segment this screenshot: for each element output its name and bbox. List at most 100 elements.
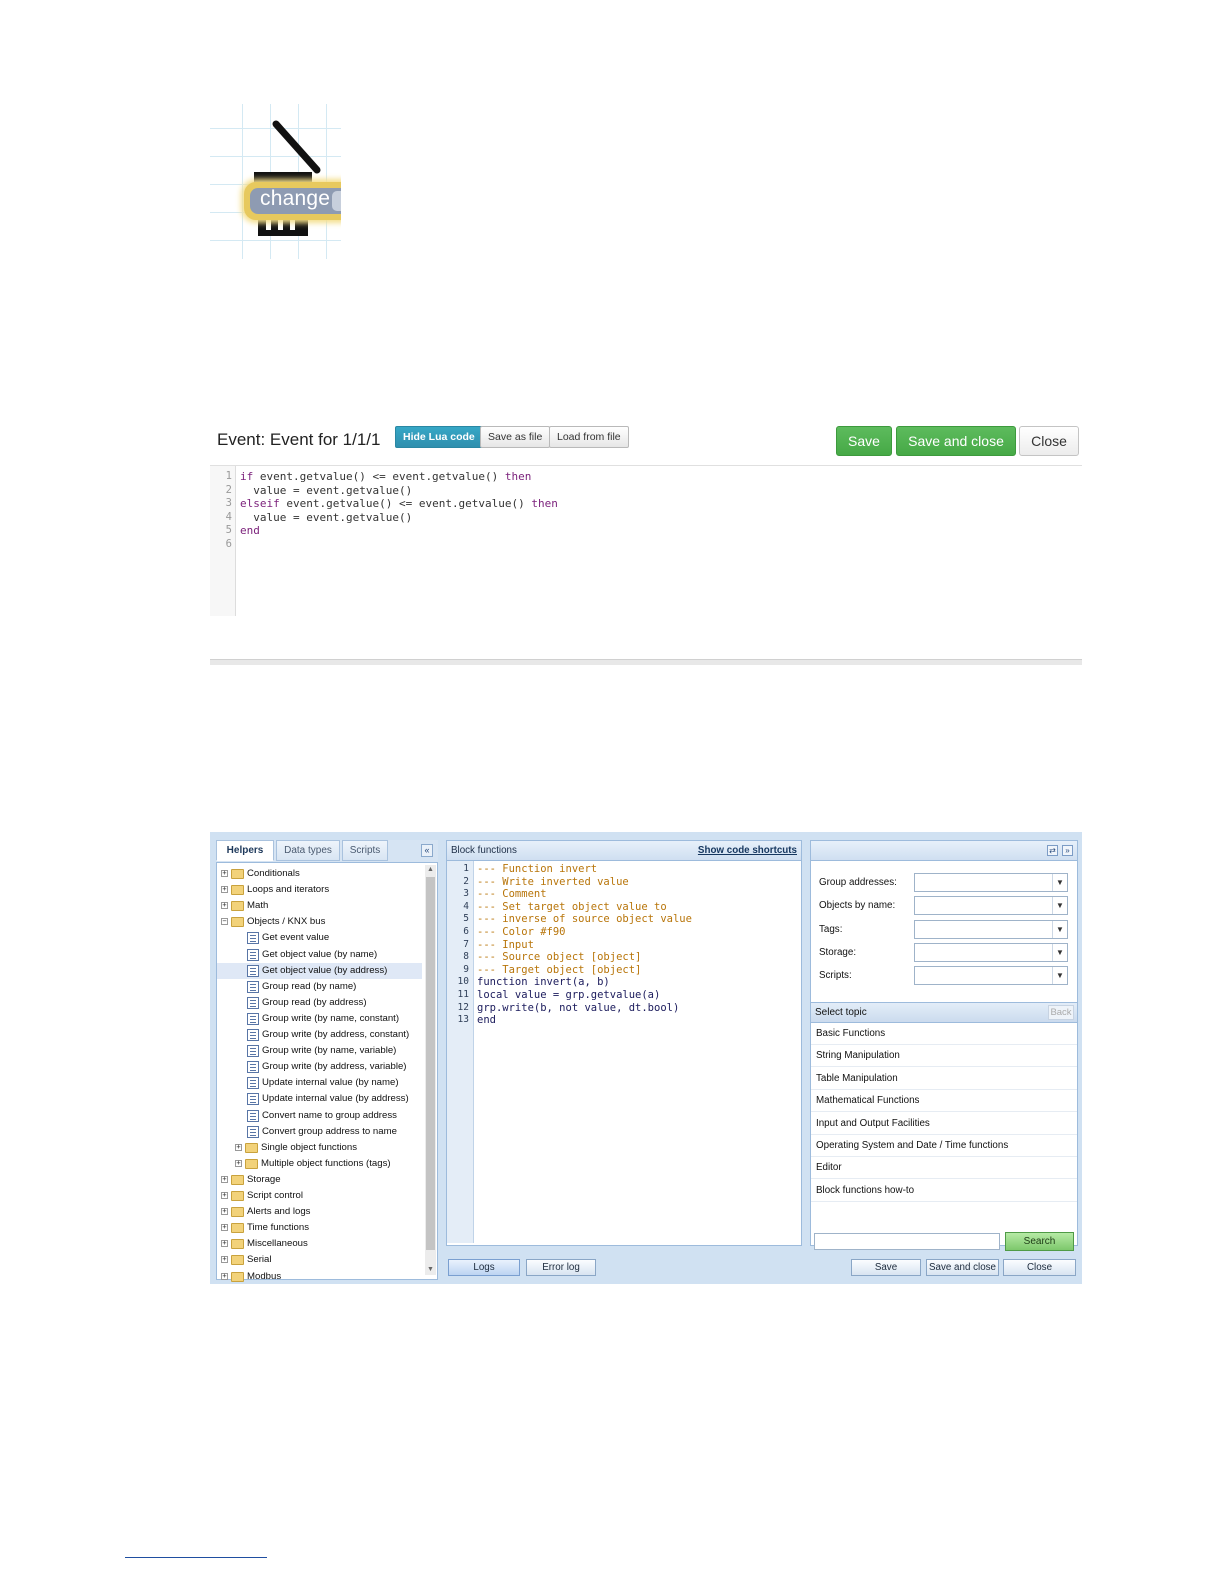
block-label: change: [260, 187, 331, 210]
scrollbar-thumb[interactable]: [426, 877, 435, 1250]
filter-select[interactable]: ▼: [914, 942, 1068, 962]
tree-item[interactable]: + Alerts and logs: [217, 1204, 422, 1220]
error-log-button[interactable]: Error log: [526, 1259, 596, 1276]
logs-button[interactable]: Logs: [448, 1259, 520, 1276]
expand-icon[interactable]: +: [221, 1208, 228, 1216]
load-from-file-button[interactable]: Load from file: [549, 426, 629, 448]
tree-item[interactable]: + Multiple object functions (tags): [217, 1156, 422, 1172]
save-and-close-button[interactable]: Save and close: [926, 1259, 999, 1276]
folder-icon: [231, 1174, 244, 1185]
tree-item[interactable]: Get object value (by name): [217, 947, 422, 963]
tree-item-label: Convert name to group address: [262, 1109, 397, 1121]
tree-item[interactable]: + Script control: [217, 1188, 422, 1204]
expand-icon[interactable]: +: [235, 1159, 242, 1167]
collapse-panel-icon[interactable]: «: [421, 844, 433, 857]
expand-icon[interactable]: +: [235, 1143, 242, 1151]
tree-item[interactable]: − Objects / KNX bus: [217, 914, 422, 930]
filter-select[interactable]: ▼: [914, 873, 1068, 892]
lua-code-editor[interactable]: 1 if event.getvalue() <= event.getvalue()…: [210, 465, 1082, 665]
script-code-editor[interactable]: 1 --- Function invert 2 --- Write inverted …: [447, 863, 801, 1243]
hide-lua-code-button[interactable]: Hide Lua code: [395, 426, 483, 448]
expand-icon[interactable]: +: [221, 1272, 228, 1280]
tab-data-types[interactable]: Data types: [276, 840, 340, 861]
topic-item[interactable]: Table Manipulation: [811, 1068, 1077, 1090]
chevron-down-icon[interactable]: ▼: [1052, 943, 1067, 961]
tree-item[interactable]: Get object value (by address): [217, 962, 422, 979]
topic-item[interactable]: Mathematical Functions: [811, 1090, 1077, 1113]
tree-item[interactable]: Group read (by name): [217, 979, 422, 995]
tree-item[interactable]: Group read (by address): [217, 995, 422, 1011]
tree-item[interactable]: Update internal value (by name): [217, 1075, 422, 1091]
topic-item[interactable]: Operating System and Date / Time functio…: [811, 1135, 1077, 1157]
tree-item[interactable]: Convert group address to name: [217, 1124, 422, 1140]
function-icon: [247, 1045, 259, 1058]
chevron-down-icon[interactable]: ▼: [1052, 967, 1067, 985]
back-button[interactable]: Back: [1048, 1005, 1074, 1020]
tree-item[interactable]: + Time functions: [217, 1220, 422, 1236]
tree-item[interactable]: + Serial: [217, 1252, 422, 1268]
scroll-up-icon[interactable]: ▲: [425, 865, 436, 875]
tree-item[interactable]: + Single object functions: [217, 1140, 422, 1156]
topic-item[interactable]: Block functions how-to: [811, 1180, 1077, 1202]
expand-icon[interactable]: +: [221, 1224, 228, 1232]
show-code-shortcuts-link[interactable]: Show code shortcuts: [698, 841, 797, 860]
function-icon: [247, 1012, 259, 1025]
tree-item[interactable]: Convert name to group address: [217, 1108, 422, 1124]
filter-select[interactable]: ▼: [914, 896, 1068, 916]
tree-item[interactable]: + Miscellaneous: [217, 1236, 422, 1252]
save-and-close-button[interactable]: Save and close: [896, 426, 1016, 456]
tree-item[interactable]: + Loops and iterators: [217, 882, 422, 898]
filter-select[interactable]: ▼: [914, 966, 1068, 986]
tree-item[interactable]: Group write (by address, constant): [217, 1027, 422, 1043]
save-button[interactable]: Save: [836, 426, 892, 456]
tree-item[interactable]: Get event value: [217, 930, 422, 946]
code-keyword: end: [240, 524, 260, 538]
expand-icon[interactable]: »: [1062, 845, 1073, 856]
tree-item[interactable]: + Math: [217, 898, 422, 914]
collapse-icon[interactable]: −: [221, 918, 228, 926]
select-topic-title: Select topic: [815, 1007, 867, 1018]
tree-item[interactable]: + Storage: [217, 1172, 422, 1188]
expand-icon[interactable]: +: [221, 1240, 228, 1248]
code-line: value = event.getvalue(): [240, 511, 412, 524]
close-button[interactable]: Close: [1019, 426, 1079, 456]
expand-icon[interactable]: +: [221, 1175, 228, 1183]
chevron-down-icon[interactable]: ▼: [1052, 874, 1067, 891]
expand-icon[interactable]: +: [221, 1192, 228, 1199]
tab-helpers[interactable]: Helpers: [216, 840, 274, 861]
tab-scripts[interactable]: Scripts: [342, 840, 388, 861]
topic-item[interactable]: Basic Functions: [811, 1023, 1077, 1045]
expand-icon[interactable]: +: [221, 886, 228, 894]
scroll-down-icon[interactable]: ▼: [425, 1265, 436, 1275]
tree-item[interactable]: Group write (by name, variable): [217, 1043, 422, 1059]
search-button[interactable]: Search: [1005, 1232, 1074, 1251]
expand-icon[interactable]: +: [221, 902, 228, 910]
topic-item[interactable]: String Manipulation: [811, 1045, 1077, 1068]
swap-icon[interactable]: ⇄: [1047, 845, 1058, 856]
tree-item[interactable]: Group write (by name, constant): [217, 1011, 422, 1027]
folder-icon: [231, 917, 244, 928]
tree-item[interactable]: + Conditionals: [217, 866, 422, 882]
tree-item[interactable]: + Modbus: [217, 1269, 422, 1285]
field-label: Objects by name:: [819, 900, 896, 912]
expand-icon[interactable]: +: [221, 870, 228, 877]
tree-item[interactable]: Group write (by address, variable): [217, 1059, 422, 1075]
save-button[interactable]: Save: [851, 1259, 921, 1276]
tree-item-label: Update internal value (by name): [262, 1077, 399, 1089]
expand-icon[interactable]: +: [221, 1256, 228, 1264]
chevron-down-icon[interactable]: ▼: [1052, 897, 1067, 915]
event-title: Event: Event for 1/1/1: [217, 430, 381, 449]
close-button[interactable]: Close: [1003, 1259, 1076, 1276]
tree-scrollbar[interactable]: ▲ ▼: [425, 865, 436, 1275]
tree-item[interactable]: Update internal value (by address): [217, 1091, 422, 1107]
folder-icon: [231, 869, 244, 879]
save-as-file-button[interactable]: Save as file: [480, 426, 551, 448]
filter-select[interactable]: ▼: [914, 919, 1068, 939]
chevron-down-icon[interactable]: ▼: [1052, 920, 1067, 938]
topic-item[interactable]: Editor: [811, 1157, 1077, 1180]
search-input[interactable]: [814, 1233, 1000, 1250]
horizontal-scrollbar[interactable]: [210, 659, 1082, 665]
line-number: 3: [463, 888, 469, 900]
topic-item[interactable]: Input and Output Facilities: [811, 1113, 1077, 1135]
code-line: function invert(a, b): [477, 976, 610, 988]
